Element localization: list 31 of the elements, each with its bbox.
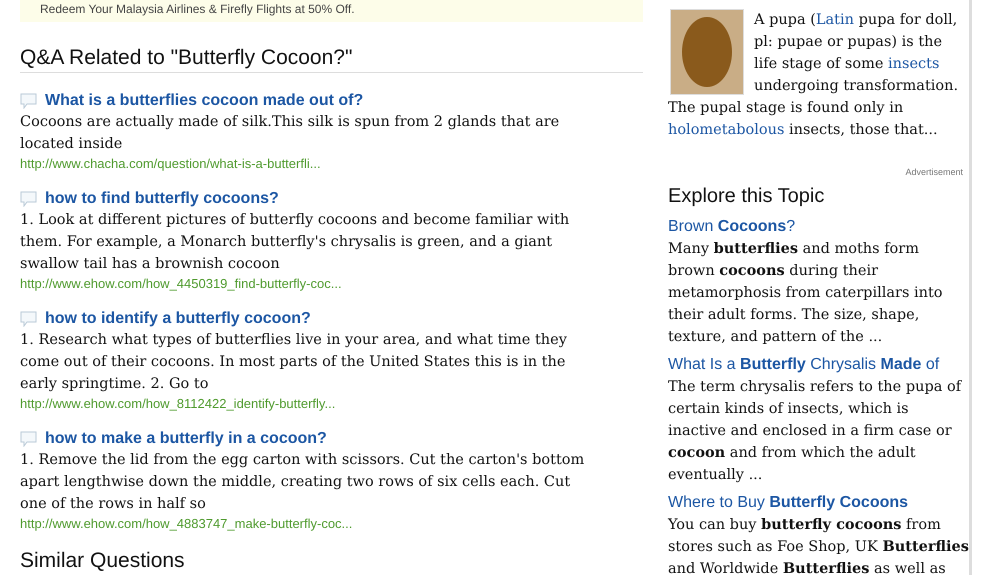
source-url: http://www.ehow.com/how_8112422_identify-butterfly... [20, 395, 336, 413]
topic-description: Many butterflies and moths form brown cocoons during their metamorphosis from caterpillars into their adult forms. The size, shape, texture, and pattern of the ... [668, 239, 944, 347]
answer-text: 1. Research what types of butterflies live in your area, and what time they come out of their cocoons. In most parts of the United States this is in the early springtime. 2. Go to [20, 331, 568, 394]
topic-link[interactable]: What Is a Butterfly Chrysalis Made of [668, 356, 940, 373]
topic-description: The term chrysalis refers to the pupa of certain kinds of insects, which is inactive and enclosed in a firm case or cocoon and from which the adult eventually ... [668, 378, 963, 485]
source-url: http://www.chacha.com/question/what-is-a-butterfli... [20, 155, 321, 173]
speech-bubble-icon [20, 191, 37, 207]
advertisement-label: Advertisement [905, 167, 963, 177]
section-heading: Q&A Related to "Butterfly Cocoon?" [20, 46, 643, 73]
wiki-link[interactable]: Latin [816, 12, 854, 28]
question-link[interactable]: how to make a butterfly in a cocoon? [45, 430, 327, 448]
question-link[interactable]: What is a butterflies cocoon made out of? [45, 92, 364, 110]
section-heading: Explore this Topic [668, 185, 826, 208]
section-heading: Similar Questions [20, 549, 186, 574]
question-link[interactable]: how to identify a butterfly cocoon? [45, 310, 311, 328]
topic-link[interactable]: Where to Buy Butterfly Cocoons [668, 494, 908, 511]
wiki-link[interactable]: holometabolous [668, 122, 784, 138]
speech-bubble-icon [20, 93, 37, 109]
source-url: http://www.ehow.com/how_4883747_make-butterfly-coc... [20, 515, 352, 533]
question-link[interactable]: how to find butterfly cocoons? [45, 190, 279, 208]
topic-link[interactable]: Brown Cocoons? [668, 218, 796, 235]
speech-bubble-icon [20, 431, 37, 447]
topic-description: You can buy butterfly cocoons from stores such as Foe Shop, UK Butterflies and Worldwide Butterflies as well as [668, 515, 969, 575]
source-url: http://www.ehow.com/how_4450319_find-butterfly-coc... [20, 275, 342, 293]
pupa-description: A pupa (Latin pupa for doll, pl: pupae or pupas) is the life stage of some insects undergoing transformation. The pupal stage is found only in holometabolous insects, those that... [668, 0, 969, 141]
answer-text: Cocoons are actually made of silk.This silk is spun from 2 glands that are located inside [20, 113, 560, 154]
speech-bubble-icon [20, 311, 37, 327]
wiki-link[interactable]: insects [888, 56, 940, 72]
answer-text: 1. Look at different pictures of butterfly cocoons and become familiar with them. For example, a Monarch butterfly's chrysalis is green, and a giant swallow tail has a brownish cocoon [20, 211, 570, 274]
answer-text: 1. Remove the lid from the egg carton with scissors. Cut the carton's bottom apart lengthwise down the middle, creating two rows of six cells each. Cut one of the rows in half so [20, 451, 586, 514]
promo-text[interactable]: Redeem Your Malaysia Airlines & Firefly Flights at 50% Off. [40, 2, 355, 16]
